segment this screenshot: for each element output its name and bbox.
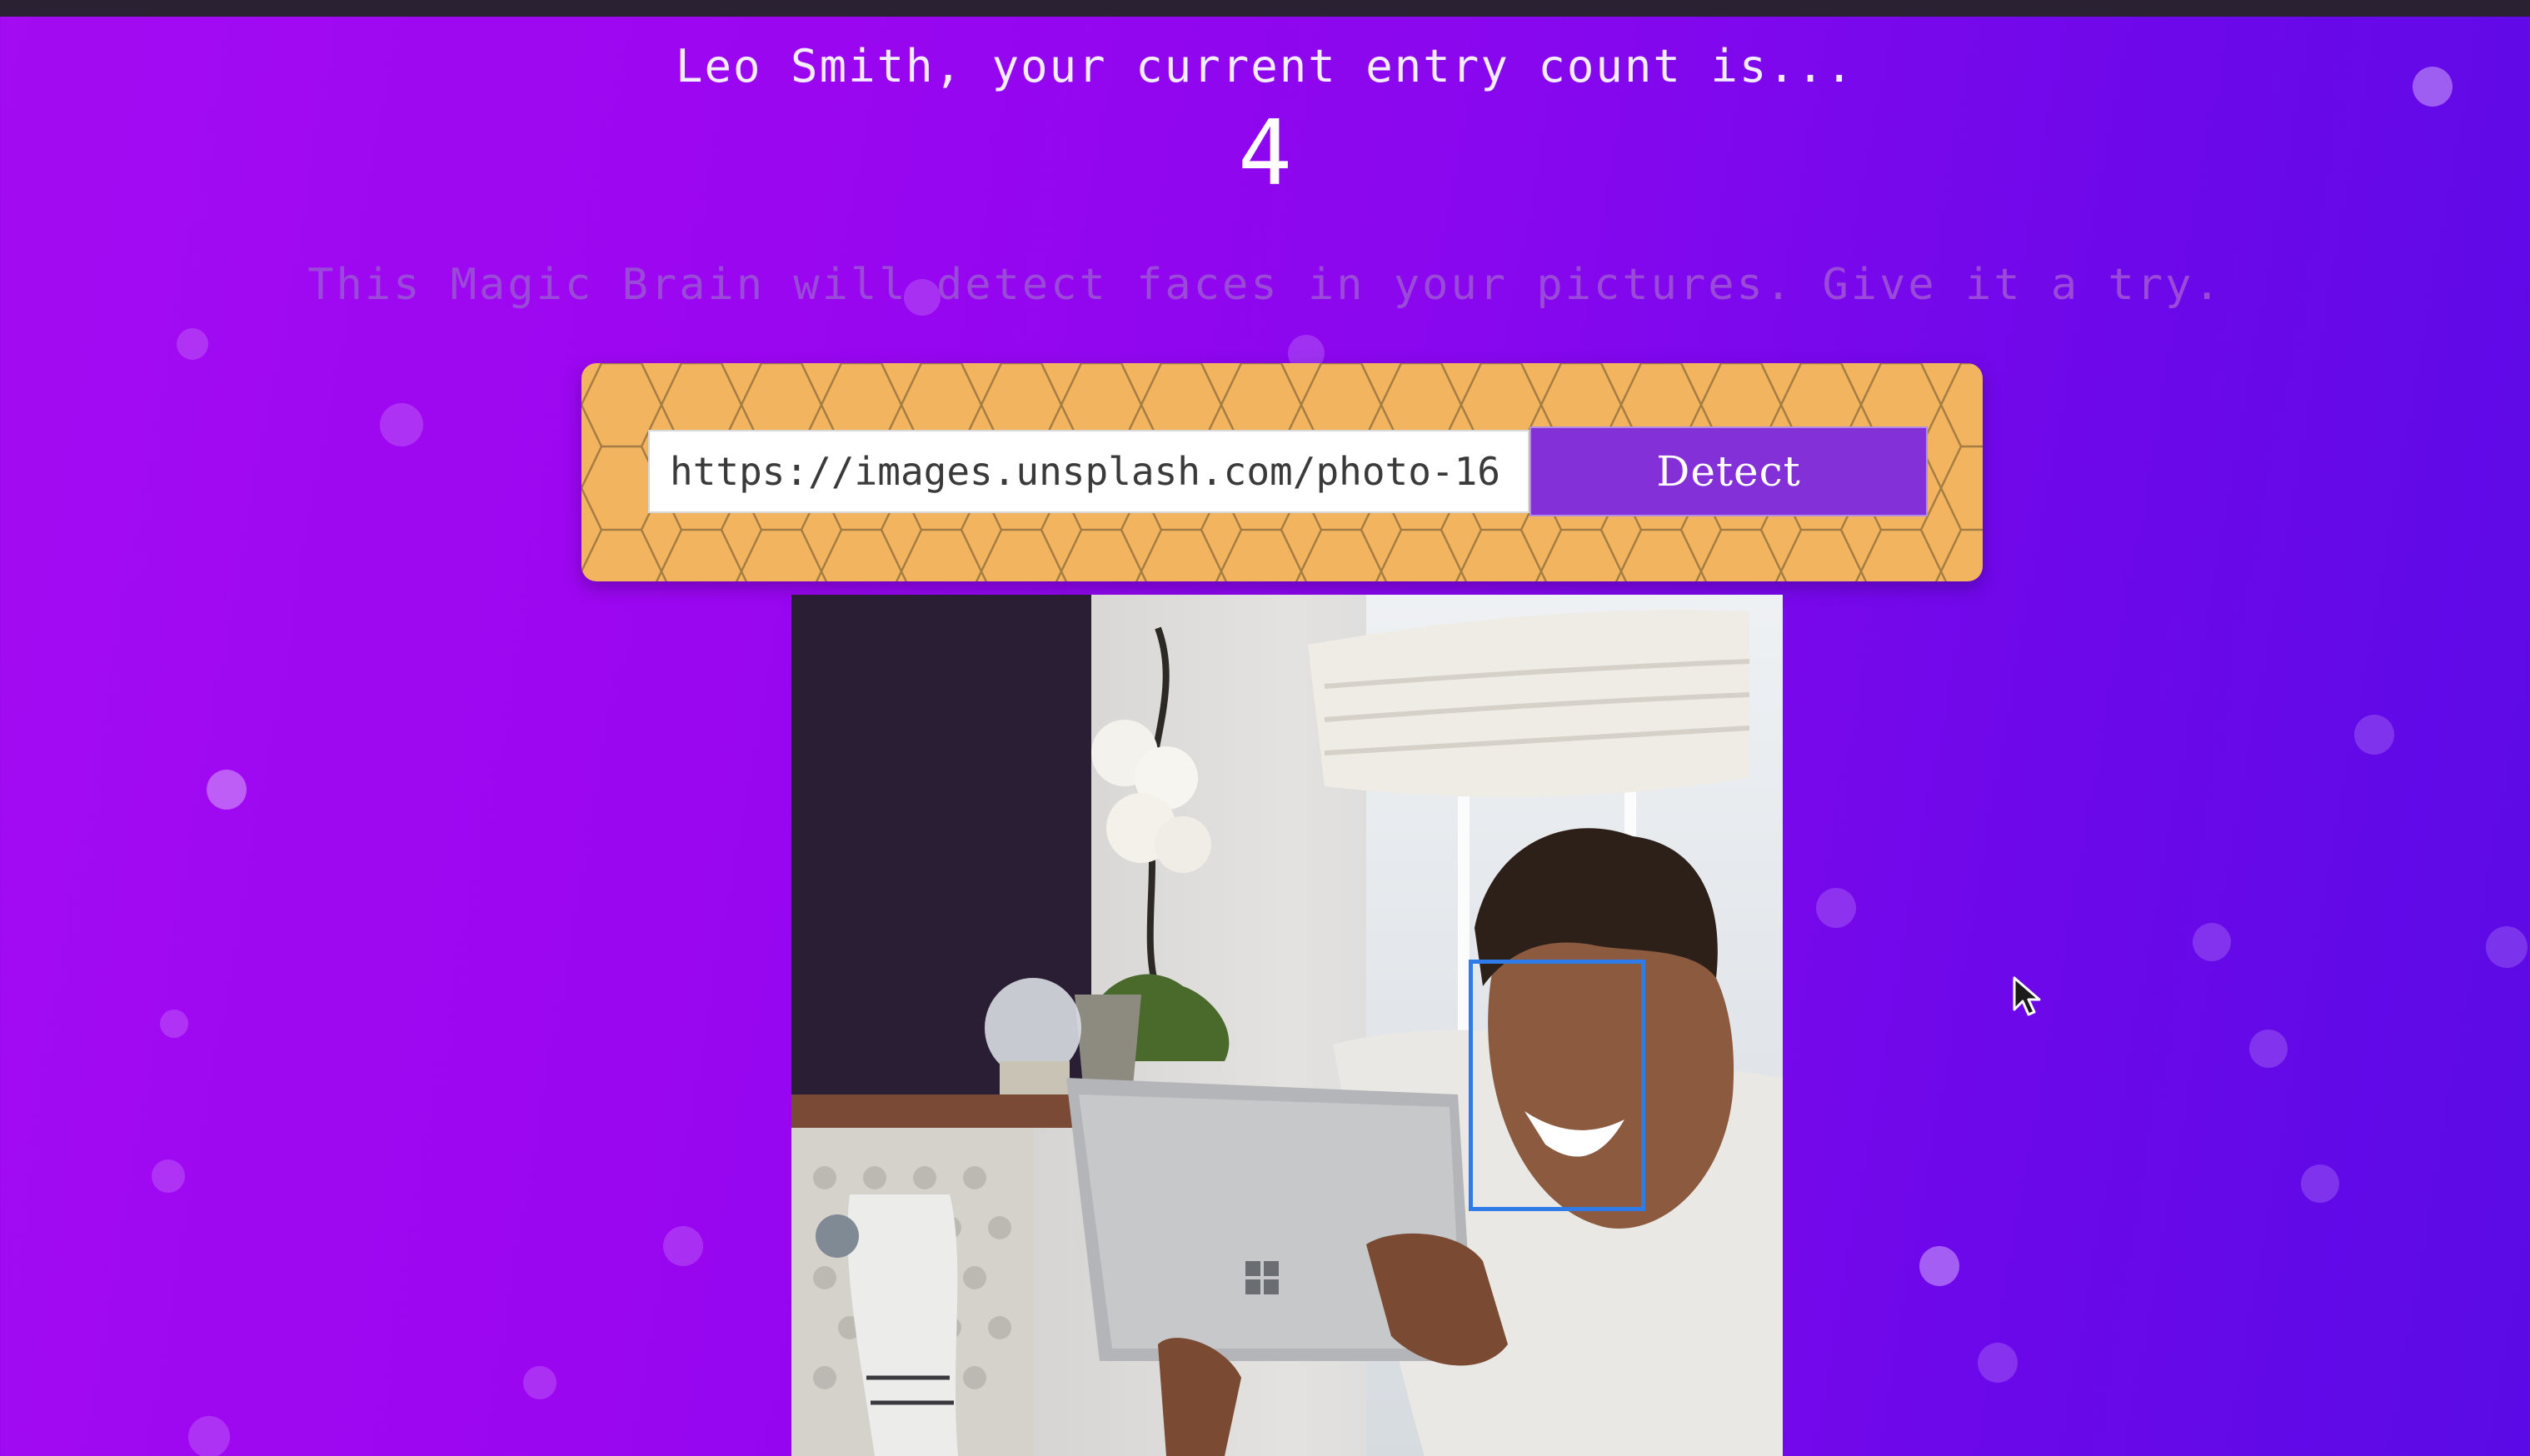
particle (2354, 715, 2394, 755)
particle (188, 1416, 230, 1456)
detect-button[interactable]: Detect (1529, 426, 1928, 516)
image-url-input[interactable] (648, 430, 1529, 513)
particle (160, 1010, 188, 1038)
image-url-form: Detect (581, 363, 1983, 581)
particle (380, 403, 423, 446)
particle (2193, 923, 2231, 961)
particle (523, 1366, 556, 1399)
particle (2486, 926, 2528, 968)
particle (177, 328, 208, 360)
arrow-cursor-icon (2013, 976, 2041, 1016)
tagline: This Magic Brain will detect faces in yo… (307, 260, 2223, 310)
particle (1978, 1343, 2018, 1383)
particle (2249, 1030, 2288, 1068)
particle (2301, 1164, 2339, 1203)
particle (663, 1226, 703, 1266)
entry-count-greeting: Leo Smith, your current entry count is..… (676, 40, 1854, 92)
particle (1816, 888, 1856, 928)
face-bounding-box (1469, 960, 1645, 1211)
entry-count-value: 4 (1237, 102, 1293, 206)
particle (152, 1159, 185, 1193)
particle (207, 770, 247, 810)
particle (1919, 1246, 1959, 1286)
uploaded-photo (791, 595, 1783, 1456)
